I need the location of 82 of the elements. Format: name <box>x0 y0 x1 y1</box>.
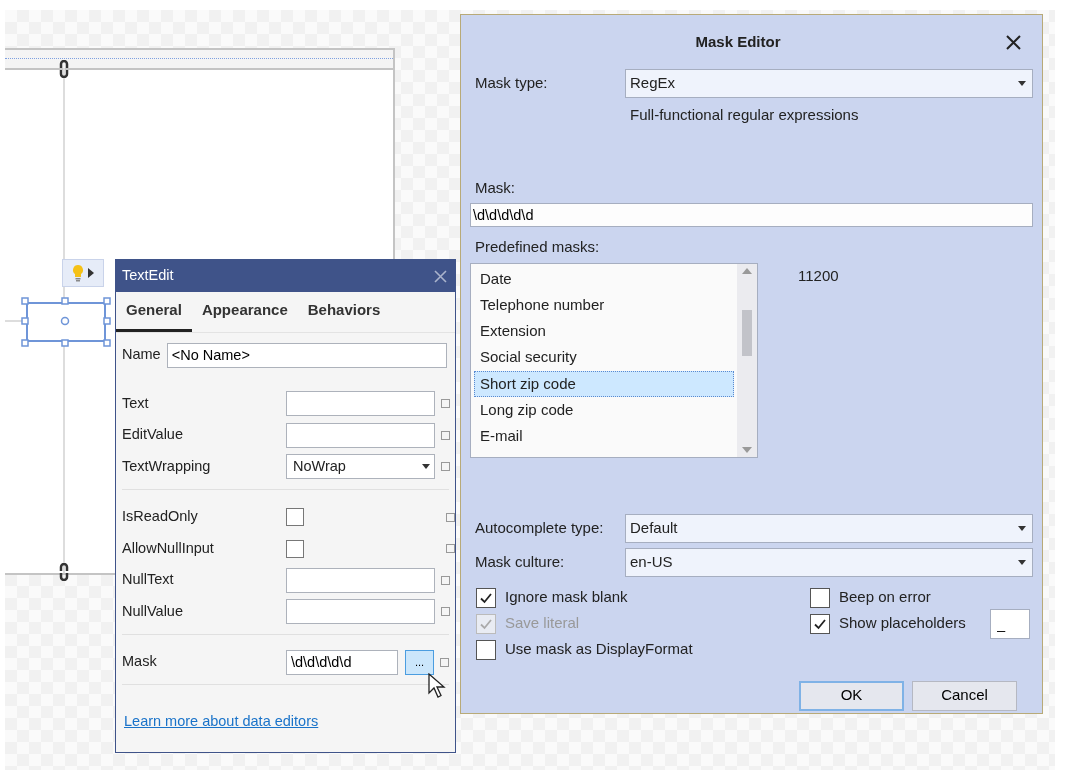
checkbox-label: Beep on error <box>839 587 931 608</box>
square-icon <box>446 544 455 554</box>
checkbox[interactable] <box>476 639 496 660</box>
square-icon <box>441 430 450 440</box>
square-icon <box>441 607 450 617</box>
list-item[interactable]: Extension <box>474 318 734 345</box>
combo-value: Default <box>630 517 678 538</box>
smart-tag-button[interactable] <box>62 259 104 287</box>
caret-icon <box>1018 81 1026 86</box>
field-label: Autocomplete type: <box>475 517 605 538</box>
field-label: Predefined masks: <box>475 237 601 257</box>
anchor-icon <box>59 60 69 78</box>
property-label: NullText <box>122 570 175 590</box>
checkbox-label: Save literal <box>505 613 580 634</box>
combo-box[interactable]: en-US <box>625 547 1033 577</box>
dropdown-value: NoWrap <box>293 456 346 476</box>
field-label: Mask: <box>475 177 516 198</box>
ellipsis-button[interactable]: ... <box>405 649 434 675</box>
checkbox[interactable] <box>810 587 830 608</box>
text-field[interactable] <box>286 422 435 448</box>
field-label: Mask culture: <box>475 551 566 572</box>
scroll-up-icon[interactable] <box>742 267 752 274</box>
list-item[interactable]: Social security <box>474 344 734 371</box>
property-label: NullValue <box>122 601 184 621</box>
placeholder-char-field[interactable]: _ <box>989 608 1030 639</box>
mouse-pointer-icon <box>428 673 446 699</box>
tab[interactable]: Behaviors <box>297 292 391 332</box>
square-icon <box>446 512 455 522</box>
square-icon <box>441 462 450 472</box>
property-label: IsReadOnly <box>122 507 199 527</box>
learn-more-link[interactable]: Learn more about data editors <box>124 713 319 729</box>
sample-text: 11200 <box>798 265 839 286</box>
description-text: Full-functional regular expressions <box>630 105 860 125</box>
play-icon <box>88 268 94 278</box>
combo-box[interactable]: Default <box>625 513 1033 543</box>
mask-field[interactable]: \d\d\d\d\d <box>286 649 398 675</box>
caret-icon <box>1018 525 1026 531</box>
text-field[interactable] <box>286 599 435 625</box>
mask-field[interactable]: \d\d\d\d\d <box>470 203 1033 227</box>
property-label: EditValue <box>122 425 184 445</box>
text-field[interactable] <box>286 391 435 417</box>
list-item[interactable]: Date <box>474 265 734 292</box>
property-label: TextWrapping <box>122 456 212 476</box>
checkbox-label: Ignore mask blank <box>505 587 628 608</box>
scrollbar[interactable] <box>737 263 757 457</box>
field-label: Mask type: <box>475 73 549 94</box>
scroll-down-icon[interactable] <box>742 446 752 453</box>
property-label: Mask <box>122 652 158 672</box>
anchor-icon <box>59 563 69 581</box>
property-label: Name <box>122 345 161 365</box>
tab[interactable]: General <box>116 292 192 332</box>
tab[interactable]: Appearance <box>191 292 298 332</box>
selection-handles-drawing[interactable] <box>20 296 112 348</box>
property-label: AllowNullInput <box>122 538 215 558</box>
combo-box[interactable]: RegEx <box>625 69 1033 98</box>
square-icon <box>441 399 450 409</box>
dialog-button[interactable]: Cancel <box>912 680 1017 711</box>
dialog-button[interactable]: OK <box>799 680 904 711</box>
scrollbar-thumb[interactable] <box>742 309 752 356</box>
checkbox[interactable] <box>810 613 830 634</box>
checkbox-label: Use mask as DisplayFormat <box>505 639 693 660</box>
caret-icon <box>1018 559 1026 565</box>
dialog-title: Mask Editor <box>694 31 782 52</box>
checkbox-label: Show placeholders <box>839 613 966 634</box>
name-field[interactable]: <No Name> <box>166 342 447 368</box>
list-item[interactable]: Long zip code <box>474 397 734 424</box>
checkbox[interactable] <box>286 508 304 527</box>
list-item[interactable]: Telephone number <box>474 291 734 319</box>
text-field[interactable] <box>286 567 435 593</box>
square-icon <box>440 657 449 667</box>
caret-icon <box>422 464 430 470</box>
combo-value: RegEx <box>630 73 676 94</box>
panel-title: TextEdit <box>122 266 174 286</box>
combo-value: en-US <box>630 551 673 572</box>
dropdown[interactable]: NoWrap <box>286 454 435 480</box>
property-label: Text <box>122 393 150 413</box>
checkbox[interactable] <box>286 539 304 558</box>
list-item[interactable]: E-mail <box>474 423 734 450</box>
checkbox[interactable] <box>476 587 496 608</box>
square-icon <box>441 575 450 585</box>
list-item[interactable]: Short zip code <box>474 370 734 397</box>
lightbulb-icon <box>72 264 84 282</box>
